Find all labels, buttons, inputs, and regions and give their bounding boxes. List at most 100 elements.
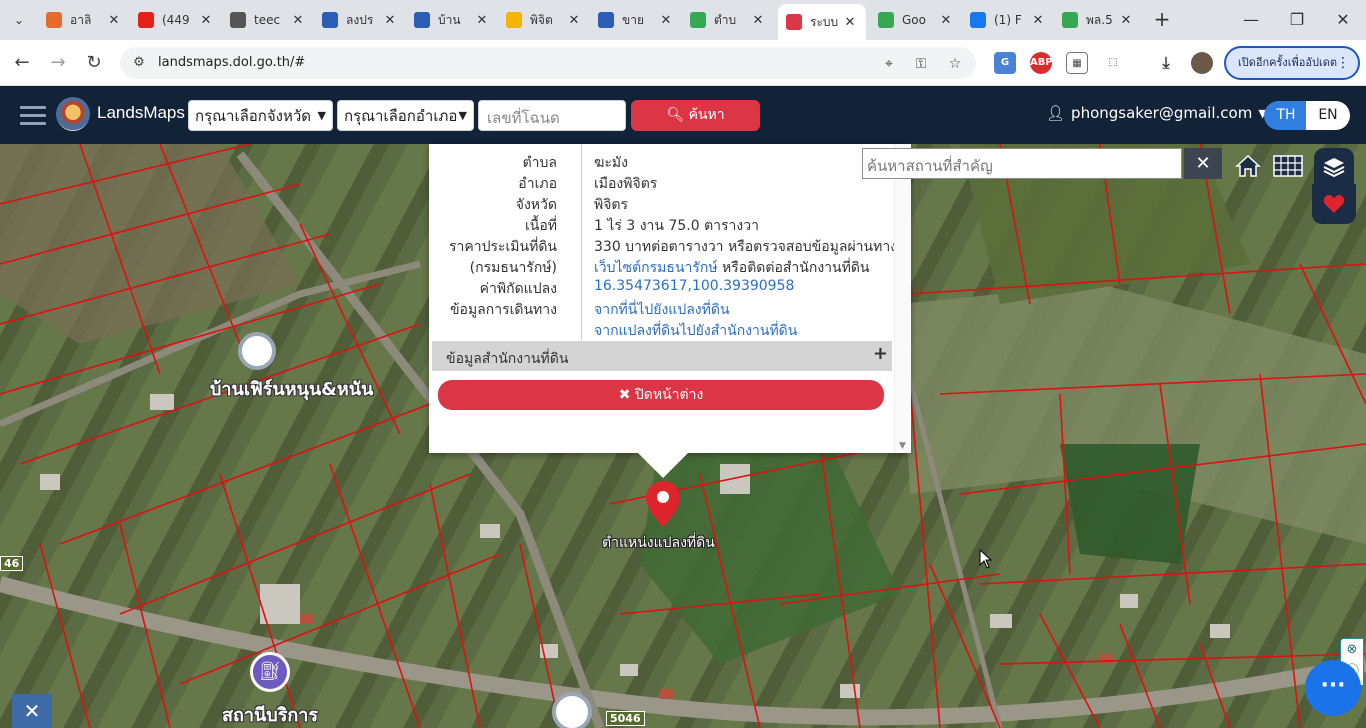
browser-tab[interactable]: ระบบ ✕ — [778, 4, 866, 40]
tab-close-icon[interactable]: ✕ — [198, 13, 214, 28]
gas-station-icon[interactable]: ⛽︎ — [250, 652, 290, 692]
update-button[interactable]: เปิดอีกครั้งเพื่ออัปเดต ⋮ — [1224, 46, 1360, 80]
browser-tab[interactable]: ลงปร ✕ — [314, 6, 406, 34]
tab-title: พล.5 — [1086, 12, 1113, 27]
translate-extension-icon[interactable]: G — [994, 52, 1016, 74]
popup-scrollbar[interactable]: ▼ — [894, 144, 911, 453]
browser-tab[interactable]: พล.5 ✕ — [1054, 6, 1142, 34]
close-popup-button[interactable]: ✖ ปิดหน้าต่าง — [438, 380, 884, 410]
extensions-puzzle-icon[interactable]: ⬚ — [1102, 52, 1124, 74]
browser-tab[interactable]: Goo ✕ — [870, 6, 962, 34]
more-menu-icon[interactable]: ⋮ — [1336, 48, 1350, 78]
measure-tool-icon[interactable]: ✕ — [12, 694, 52, 728]
search-button[interactable]: 🔍︎ ค้นหา — [631, 100, 760, 131]
favorite-heart-icon[interactable] — [1312, 184, 1356, 224]
info-value-text: หรือติดต่อสำนักงานที่ดิน — [717, 260, 870, 276]
map-place-label[interactable]: บ้านเฟิร์นหนุน&หนัน — [210, 374, 373, 403]
chat-fab-button[interactable]: ··· — [1305, 660, 1361, 716]
site-info-icon[interactable]: ⚙ — [130, 54, 148, 72]
browser-tab[interactable]: ตำบ ✕ — [682, 6, 774, 34]
hamburger-menu-icon[interactable] — [20, 106, 46, 125]
tab-title: (449 — [162, 13, 190, 27]
lang-th-button[interactable]: TH — [1264, 101, 1308, 130]
user-email: phongsaker@gmail.com — [1071, 104, 1253, 122]
parcel-marker-icon[interactable] — [645, 480, 681, 528]
url-text[interactable]: landsmaps.dol.go.th/# — [158, 55, 305, 70]
chevron-down-icon: ▼ — [317, 109, 326, 122]
browser-tab[interactable]: (449 ✕ — [130, 6, 222, 34]
clear-search-button[interactable]: ✕ — [1184, 148, 1222, 179]
back-arrow-icon[interactable]: ← — [10, 51, 34, 75]
key-icon[interactable]: ⚿ — [912, 55, 930, 73]
user-icon: 👤︎ — [1046, 104, 1066, 122]
bookmark-star-icon[interactable]: ☆ — [946, 55, 964, 73]
info-row: ตำบล ฆะมัง — [429, 150, 899, 171]
browser-tab[interactable]: อาลิ ✕ — [38, 6, 130, 34]
tab-close-icon[interactable]: ✕ — [1118, 13, 1134, 28]
popup-pointer — [637, 452, 689, 478]
new-tab-button[interactable]: + — [1150, 8, 1174, 32]
browser-tab[interactable]: ขาย ✕ — [590, 6, 682, 34]
close-circle-icon[interactable]: ⊗ — [1341, 639, 1363, 661]
house-icon — [414, 12, 430, 28]
place-pin-icon[interactable] — [552, 692, 592, 728]
tab-close-icon[interactable]: ✕ — [474, 13, 490, 28]
house-icon — [322, 12, 338, 28]
tab-close-icon[interactable]: ✕ — [938, 13, 954, 28]
info-row: ราคาประเมินที่ดิน 330 บาทต่อตารางวา หรือต… — [429, 234, 899, 255]
tab-close-icon[interactable]: ✕ — [382, 13, 398, 28]
tab-close-icon[interactable]: ✕ — [658, 13, 674, 28]
map-place-label[interactable]: สถานีบริการ — [222, 700, 318, 728]
close-popup-label: ปิดหน้าต่าง — [634, 387, 704, 403]
info-row: เนื้อที่ 1 ไร่ 3 งาน 75.0 ตารางวา — [429, 213, 899, 234]
reload-icon[interactable]: ↻ — [82, 51, 106, 75]
browser-tab-strip: ⌄ อาลิ ✕ (449 ✕ teec ✕ ลงปร ✕ บ้าน ✕ พิจิต ✕ ขาย ✕ ตำบ… — [0, 0, 1366, 40]
tab-search-chevron-icon[interactable]: ⌄ — [8, 10, 30, 30]
youtube-icon — [138, 12, 154, 28]
browser-tab[interactable]: บ้าน ✕ — [406, 6, 498, 34]
parcel-number-input[interactable]: เลขที่โฉนด — [478, 100, 626, 131]
adblock-extension-icon[interactable]: ABP — [1030, 52, 1053, 74]
update-button-label: เปิดอีกครั้งเพื่ออัปเดต — [1238, 56, 1338, 69]
address-bar[interactable]: ⚙ landsmaps.dol.go.th/# ⌖ ⚿ ☆ — [120, 47, 976, 79]
lang-en-button[interactable]: EN — [1306, 101, 1350, 130]
user-menu[interactable]: 👤︎ phongsaker@gmail.com ▼ — [1046, 104, 1267, 122]
forward-arrow-icon[interactable]: → — [46, 51, 70, 75]
restore-button[interactable]: ❐ — [1274, 8, 1320, 32]
info-row: ค่าพิกัดแปลง 16.35473617,100.39390958 — [429, 276, 899, 297]
tab-close-icon[interactable]: ✕ — [290, 13, 306, 28]
district-select[interactable]: กรุณาเลือกอำเภอ ▼ — [337, 100, 474, 131]
profile-avatar[interactable] — [1191, 52, 1213, 74]
qr-extension-icon[interactable]: ▦ — [1066, 52, 1088, 74]
land-office-section-header[interactable]: ข้อมูลสำนักงานที่ดิน + — [432, 341, 892, 371]
browser-tab[interactable]: teec ✕ — [222, 6, 314, 34]
province-select[interactable]: กรุณาเลือกจังหวัด ▼ — [188, 100, 333, 131]
location-icon[interactable]: ⌖ — [880, 55, 898, 73]
house-icon — [598, 12, 614, 28]
place-pin-icon[interactable] — [238, 332, 276, 370]
info-row: อำเภอ เมืองพิจิตร — [429, 171, 899, 192]
tab-close-icon[interactable]: ✕ — [842, 15, 858, 30]
location-pin-icon — [786, 14, 802, 30]
tab-close-icon[interactable]: ✕ — [1030, 13, 1046, 28]
tab-close-icon[interactable]: ✕ — [750, 13, 766, 28]
close-window-button[interactable]: ✕ — [1320, 8, 1366, 32]
browser-tab[interactable]: พิจิต ✕ — [498, 6, 590, 34]
parcel-info-popup: ตำบล ฆะมัง อำเภอ เมืองพิจิตร จังหวัด พิจิตร เน… — [429, 144, 911, 453]
tab-close-icon[interactable]: ✕ — [566, 13, 582, 28]
info-row: ข้อมูลการเดินทาง จากที่นี่ไปยังแปลงที่ดิน — [429, 297, 899, 318]
download-icon[interactable]: ⤓ — [1155, 52, 1177, 74]
tab-title: teec — [254, 13, 281, 27]
minimize-button[interactable]: — — [1228, 8, 1274, 32]
treasury-website-link[interactable]: เว็บไซต์กรมธนารักษ์ — [594, 260, 718, 276]
layers-icon[interactable] — [1314, 148, 1354, 186]
scroll-down-arrow-icon[interactable]: ▼ — [899, 441, 906, 451]
expand-plus-icon[interactable]: + — [873, 343, 888, 364]
place-search-input[interactable]: ค้นหาสถานที่สำคัญ — [862, 148, 1182, 179]
grid-icon[interactable] — [1270, 148, 1306, 184]
home-icon[interactable] — [1230, 148, 1266, 184]
info-value-link[interactable]: จากแปลงที่ดินไปยังสำนักงานที่ดิน — [594, 320, 797, 342]
tab-close-icon[interactable]: ✕ — [106, 13, 122, 28]
info-value-link[interactable]: 16.35473617,100.39390958 — [594, 278, 794, 294]
browser-tab[interactable]: (1) F ✕ — [962, 6, 1054, 34]
